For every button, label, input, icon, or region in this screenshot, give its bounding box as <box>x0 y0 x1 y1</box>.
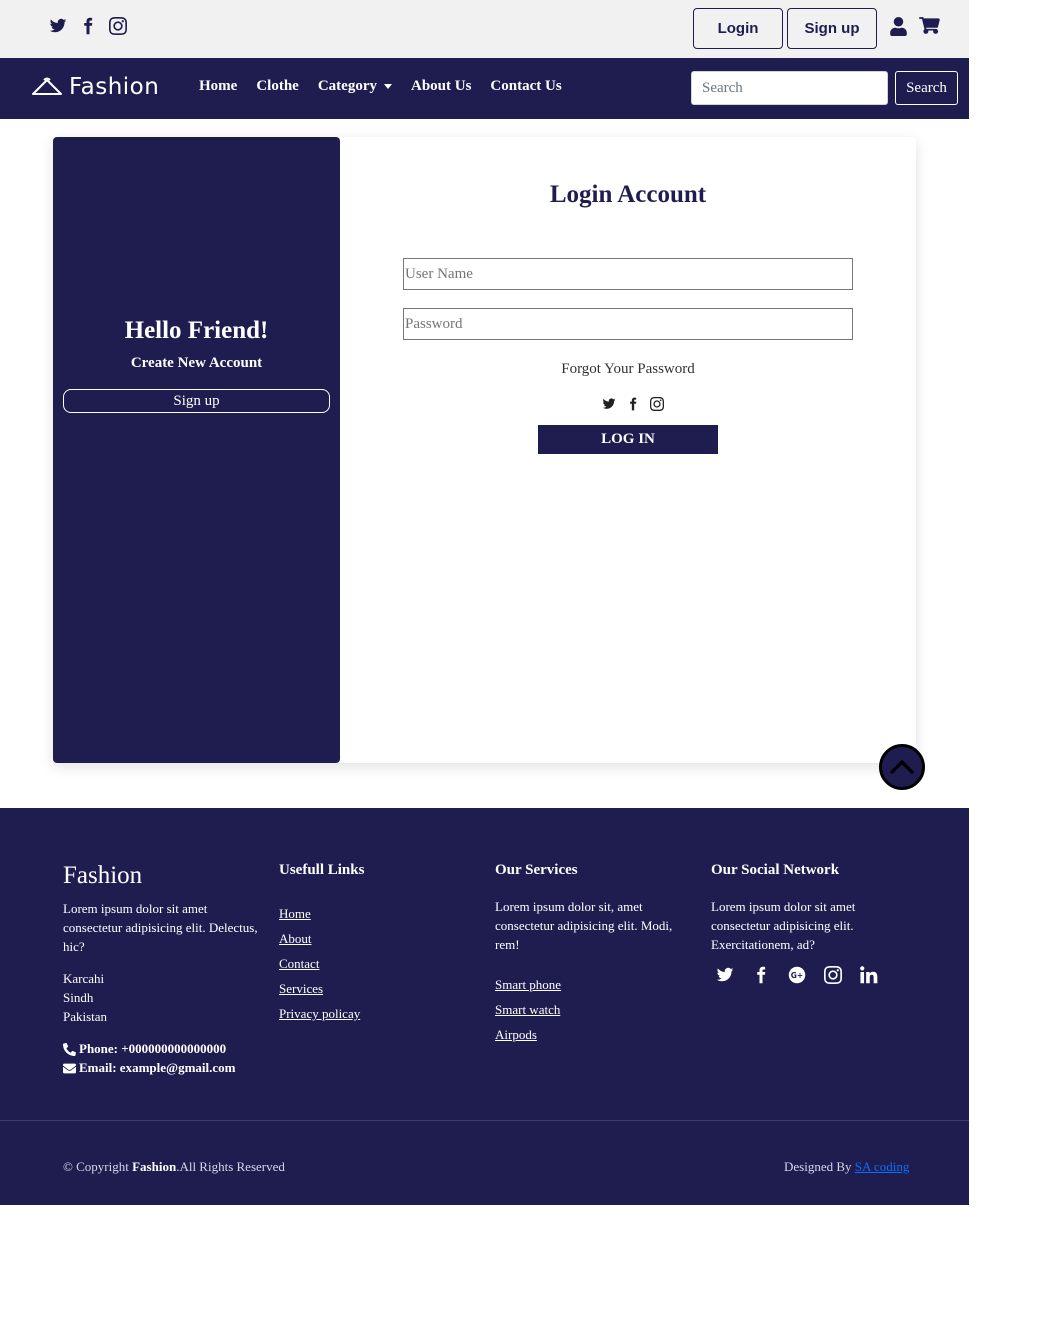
footer-link-about[interactable]: About <box>279 926 360 951</box>
address-line: Karcahi <box>63 971 105 986</box>
nav-category-label: Category <box>317 78 377 94</box>
login-button[interactable]: Login <box>693 8 783 49</box>
footer-address: Karcahi Sindh Pakistan <box>63 969 107 1026</box>
footer-email: Email: example@gmail.com <box>63 1060 236 1076</box>
nav-home[interactable]: Home <box>199 78 237 95</box>
nav-category-dropdown[interactable]: Category <box>318 78 392 95</box>
twitter-icon[interactable] <box>49 17 67 35</box>
designed-by-text: Designed By SA coding <box>784 1159 909 1175</box>
address-line: Pakistan <box>63 1009 108 1024</box>
username-field[interactable] <box>403 258 853 290</box>
footer-link-contact[interactable]: Contact <box>279 951 360 976</box>
topbar-social <box>49 17 127 35</box>
address-line: Sindh <box>63 990 94 1005</box>
facebook-icon[interactable] <box>79 17 97 35</box>
search-input[interactable] <box>691 71 888 105</box>
designer-link[interactable]: SA coding <box>855 1159 910 1174</box>
linkedin-icon[interactable] <box>860 966 878 984</box>
copyright-prefix: © Copyright <box>63 1159 133 1174</box>
google-plus-icon[interactable]: G+ <box>788 966 806 984</box>
login-title: Login Account <box>549 181 707 208</box>
social-text: Lorem ipsum dolor sit amet consectetur a… <box>711 899 856 952</box>
footer-about-text: Lorem ipsum dolor sit amet consectetur a… <box>63 901 258 954</box>
facebook-icon[interactable] <box>626 397 640 411</box>
footer-social-icons: G+ <box>716 966 878 984</box>
login-social-icons <box>602 397 664 411</box>
nav-clothe[interactable]: Clothe <box>256 78 299 95</box>
service-link-airpods[interactable]: Airpods <box>495 1022 561 1047</box>
login-submit-button[interactable]: LOG IN <box>538 425 718 454</box>
useful-links-heading: Usefull Links <box>279 862 365 878</box>
twitter-icon[interactable] <box>602 397 616 411</box>
password-field[interactable] <box>403 308 853 340</box>
instagram-icon[interactable] <box>109 17 127 35</box>
footer-phone: Phone: +000000000000000 <box>63 1041 236 1057</box>
twitter-icon[interactable] <box>716 966 734 984</box>
facebook-icon[interactable] <box>752 966 770 984</box>
footer-divider <box>0 1120 969 1121</box>
services-heading: Our Services <box>495 862 578 878</box>
search-button[interactable]: Search <box>895 71 958 105</box>
nav-contact[interactable]: Contact Us <box>490 78 561 95</box>
nav-about[interactable]: About Us <box>411 78 471 95</box>
footer-link-privacy[interactable]: Privacy policay <box>279 1001 360 1026</box>
footer: Fashion Lorem ipsum dolor sit amet conse… <box>0 808 969 1205</box>
service-link-smart-watch[interactable]: Smart watch <box>495 997 561 1022</box>
brand-logo[interactable]: Fashion <box>31 74 159 100</box>
footer-link-home[interactable]: Home <box>279 901 360 926</box>
create-account-text: Create New Account <box>130 355 263 371</box>
email-text: Email: example@gmail.com <box>79 1060 236 1075</box>
footer-brand: Fashion <box>63 862 143 889</box>
copyright-suffix: .All Rights Reserved <box>176 1159 285 1174</box>
services-list: Smart phone Smart watch Airpods <box>495 972 561 1047</box>
hanger-icon <box>32 77 62 95</box>
navbar: Fashion Home Clothe Category About Us Co… <box>0 58 969 119</box>
caret-down-icon <box>383 84 392 89</box>
phone-icon <box>63 1042 76 1056</box>
services-text: Lorem ipsum dolor sit, amet consectetur … <box>495 899 673 952</box>
phone-text: Phone: +000000000000000 <box>79 1041 227 1056</box>
service-link-smart-phone[interactable]: Smart phone <box>495 972 561 997</box>
useful-links-list: Home About Contact Services Privacy poli… <box>279 901 360 1026</box>
instagram-icon[interactable] <box>824 966 842 984</box>
signup-button[interactable]: Sign up <box>787 8 877 49</box>
chevron-up-icon <box>890 760 914 774</box>
user-icon[interactable] <box>890 17 907 36</box>
social-heading: Our Social Network <box>711 862 840 878</box>
hello-heading: Hello Friend! <box>124 317 269 344</box>
forgot-password-link[interactable]: Forgot Your Password <box>340 361 916 378</box>
panel-signup-button[interactable]: Sign up <box>63 389 330 413</box>
footer-link-services[interactable]: Services <box>279 976 360 1001</box>
copyright-brand: Fashion <box>132 1159 177 1174</box>
brand-name: Fashion <box>69 74 160 100</box>
svg-text:G+: G+ <box>791 971 803 980</box>
cart-icon[interactable] <box>919 17 940 36</box>
signup-panel: Hello Friend! Create New Account Sign up <box>53 137 340 763</box>
login-card: Hello Friend! Create New Account Sign up… <box>53 137 916 763</box>
copyright-text: © Copyright Fashion.All Rights Reserved <box>63 1159 285 1175</box>
designed-by-label: Designed By <box>784 1159 855 1174</box>
footer-contact: Phone: +000000000000000 Email: example@g… <box>63 1041 236 1076</box>
instagram-icon[interactable] <box>650 397 664 411</box>
back-to-top-button[interactable] <box>879 744 925 790</box>
topbar: Login Sign up <box>0 0 969 58</box>
envelope-icon <box>63 1063 76 1073</box>
nav-links: Home Clothe Category About Us Contact Us <box>199 78 562 95</box>
